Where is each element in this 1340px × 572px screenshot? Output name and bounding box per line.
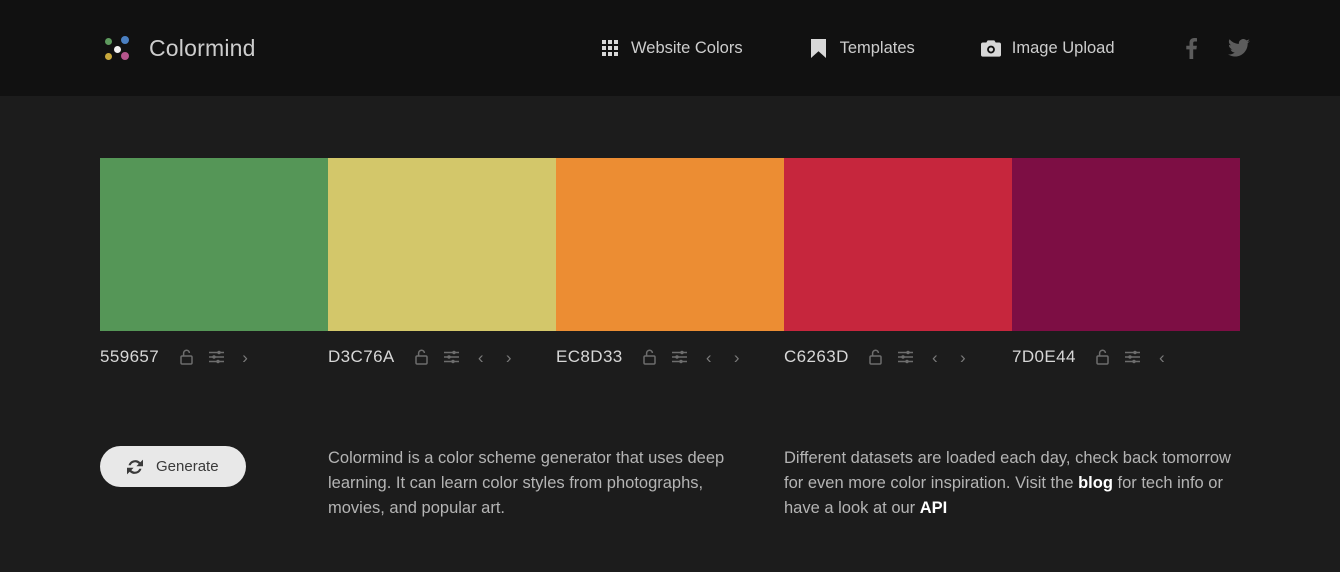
bookmark-icon bbox=[809, 38, 829, 58]
chevron-right-icon-4[interactable]: › bbox=[949, 345, 977, 369]
swatch-controls-row: 559657 › D3C76A bbox=[100, 344, 1240, 370]
color-swatch-3[interactable] bbox=[556, 158, 784, 331]
hex-value-2[interactable]: D3C76A bbox=[328, 347, 395, 367]
logo-dot-green bbox=[105, 38, 112, 45]
unlock-icon-1[interactable] bbox=[171, 345, 201, 369]
chevron-left-icon-4[interactable]: ‹ bbox=[921, 345, 949, 369]
nav-item-image-upload[interactable]: Image Upload bbox=[981, 38, 1115, 58]
hex-value-5[interactable]: 7D0E44 bbox=[1012, 347, 1076, 367]
sliders-icon-1[interactable] bbox=[201, 345, 231, 369]
brand-logo-link[interactable]: Colormind bbox=[101, 31, 256, 65]
camera-icon bbox=[981, 38, 1001, 58]
sliders-icon-3[interactable] bbox=[665, 345, 695, 369]
generate-button[interactable]: Generate bbox=[100, 446, 246, 487]
unlock-icon-5[interactable] bbox=[1088, 345, 1118, 369]
datasets-column: Different datasets are loaded each day, … bbox=[784, 446, 1240, 521]
social-links bbox=[1180, 37, 1250, 59]
swatch-controls-5: 7D0E44 ‹ bbox=[1012, 344, 1240, 370]
chevron-right-icon-2[interactable]: › bbox=[495, 345, 523, 369]
chevron-right-icon-1[interactable]: › bbox=[231, 345, 259, 369]
logo-dot-yellow bbox=[105, 53, 112, 60]
logo-dot-blue bbox=[121, 36, 129, 44]
swatch-controls-1: 559657 › bbox=[100, 344, 328, 370]
colormind-dots-logo bbox=[101, 31, 135, 65]
chevron-right-icon-3[interactable]: › bbox=[723, 345, 751, 369]
grid-icon bbox=[600, 38, 620, 58]
palette-section: 559657 › D3C76A bbox=[100, 96, 1240, 370]
nav-item-templates[interactable]: Templates bbox=[809, 38, 915, 58]
datasets-paragraph: Different datasets are loaded each day, … bbox=[784, 446, 1240, 521]
about-column: Colormind is a color scheme generator th… bbox=[328, 446, 784, 521]
unlock-icon-2[interactable] bbox=[407, 345, 437, 369]
bottom-section: Generate Colormind is a color scheme gen… bbox=[100, 370, 1240, 521]
chevron-left-icon-2[interactable]: ‹ bbox=[467, 345, 495, 369]
color-swatch-5[interactable] bbox=[1012, 158, 1240, 331]
unlock-icon-4[interactable] bbox=[861, 345, 891, 369]
color-swatch-row bbox=[100, 158, 1240, 331]
swatch-controls-4: C6263D ‹ › bbox=[784, 344, 1012, 370]
swatch-controls-2: D3C76A ‹ › bbox=[328, 344, 556, 370]
nav-item-website-colors[interactable]: Website Colors bbox=[600, 38, 743, 58]
refresh-icon bbox=[127, 459, 143, 475]
sliders-icon-2[interactable] bbox=[437, 345, 467, 369]
unlock-icon-3[interactable] bbox=[635, 345, 665, 369]
sliders-icon-4[interactable] bbox=[891, 345, 921, 369]
about-paragraph: Colormind is a color scheme generator th… bbox=[328, 446, 744, 521]
api-link[interactable]: API bbox=[920, 499, 948, 517]
swatch-controls-3: EC8D33 ‹ › bbox=[556, 344, 784, 370]
chevron-left-icon-3[interactable]: ‹ bbox=[695, 345, 723, 369]
generate-column: Generate bbox=[100, 446, 328, 521]
logo-dot-pink bbox=[121, 52, 129, 60]
facebook-icon[interactable] bbox=[1180, 37, 1202, 59]
site-header: Colormind Website Colors Templates I bbox=[0, 0, 1340, 96]
color-swatch-2[interactable] bbox=[328, 158, 556, 331]
color-swatch-1[interactable] bbox=[100, 158, 328, 331]
twitter-icon[interactable] bbox=[1228, 37, 1250, 59]
brand-name: Colormind bbox=[149, 35, 256, 62]
color-swatch-4[interactable] bbox=[784, 158, 1012, 331]
generate-button-label: Generate bbox=[156, 458, 219, 475]
blog-link[interactable]: blog bbox=[1078, 474, 1113, 492]
nav-item-website-colors-label: Website Colors bbox=[631, 39, 743, 58]
hex-value-3[interactable]: EC8D33 bbox=[556, 347, 623, 367]
sliders-icon-5[interactable] bbox=[1118, 345, 1148, 369]
chevron-left-icon-5[interactable]: ‹ bbox=[1148, 345, 1176, 369]
hex-value-4[interactable]: C6263D bbox=[784, 347, 849, 367]
logo-dot-white bbox=[114, 46, 121, 53]
main-nav: Website Colors Templates Image Upload bbox=[600, 38, 1115, 58]
hex-value-1[interactable]: 559657 bbox=[100, 347, 159, 367]
nav-item-image-upload-label: Image Upload bbox=[1012, 39, 1115, 58]
nav-item-templates-label: Templates bbox=[840, 39, 915, 58]
